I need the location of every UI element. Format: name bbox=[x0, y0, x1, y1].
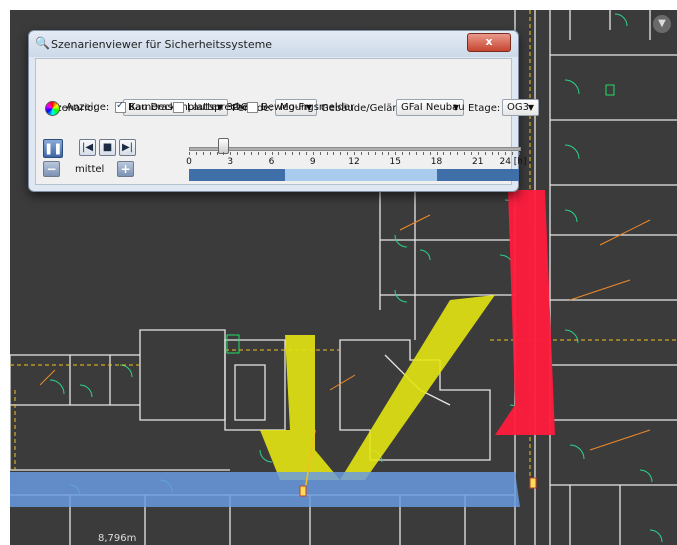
motion-detector-label: Bewegungsmelder bbox=[261, 102, 355, 113]
slider-tick bbox=[498, 152, 500, 155]
color-wheel-icon[interactable] bbox=[45, 101, 60, 116]
floor-label: Etage: bbox=[468, 103, 501, 114]
slider-tick bbox=[505, 152, 507, 155]
slider-tick bbox=[477, 152, 479, 155]
slider-tick bbox=[195, 152, 197, 155]
title-bar[interactable]: 🔍 Szenarienviewer für Sicherheitssysteme… bbox=[29, 31, 518, 57]
timeline-segment bbox=[285, 169, 437, 181]
slider-tick bbox=[305, 152, 307, 155]
slider-tick bbox=[202, 152, 204, 155]
slider-tick bbox=[271, 152, 273, 155]
slider-tick bbox=[299, 152, 300, 155]
slider-tick bbox=[237, 152, 239, 155]
timeline-segment bbox=[436, 169, 519, 181]
skip-back-icon[interactable]: |◀ bbox=[79, 139, 96, 156]
slider-tick bbox=[340, 152, 342, 155]
slider-tick bbox=[326, 152, 328, 155]
slider-tick bbox=[264, 152, 266, 155]
timeline-segment bbox=[189, 169, 286, 181]
stop-icon[interactable]: ■ bbox=[99, 139, 116, 156]
timeline-tick-label: 6 bbox=[268, 157, 275, 167]
slider-tick bbox=[464, 152, 465, 155]
slider-tick bbox=[381, 152, 383, 155]
timeline-bar bbox=[189, 169, 519, 181]
slider-tick bbox=[443, 152, 445, 155]
slider-tick bbox=[278, 152, 280, 155]
slider-tick bbox=[347, 152, 349, 155]
chevron-down-icon[interactable]: ▼ bbox=[653, 15, 671, 33]
slider-tick bbox=[367, 152, 369, 155]
slider-tick bbox=[223, 152, 225, 155]
timeline-tick-label: 9 bbox=[309, 157, 316, 167]
slider-tick bbox=[436, 152, 438, 155]
slider-tick bbox=[409, 152, 410, 155]
plus-icon[interactable]: + bbox=[117, 161, 134, 177]
slider-tick bbox=[450, 152, 452, 155]
slider-tick bbox=[285, 152, 287, 155]
timeline-tick-label: 0 bbox=[186, 157, 192, 167]
slider-tick bbox=[312, 152, 314, 155]
speed-label: mittel bbox=[75, 164, 105, 175]
timeline-tick-label: 24 [h] bbox=[499, 157, 527, 167]
slider-tick bbox=[470, 152, 472, 155]
pause-icon[interactable]: ❚❚ bbox=[43, 139, 63, 158]
slider-tick bbox=[422, 152, 424, 155]
slider-tick bbox=[209, 152, 211, 155]
slider-tick bbox=[484, 152, 486, 155]
timeline-tick-label: 21 bbox=[472, 157, 484, 167]
timeline-tick-label: 15 bbox=[389, 157, 401, 167]
chevron-down-icon: ▼ bbox=[452, 103, 459, 112]
slider-tick bbox=[216, 152, 218, 155]
speakers-label: Lautsprecher bbox=[187, 102, 253, 113]
slider-tick bbox=[374, 152, 376, 155]
slider-tick bbox=[230, 152, 232, 155]
slider-tick bbox=[319, 152, 321, 155]
motion-detector-checkbox[interactable] bbox=[247, 102, 258, 113]
slider-tick bbox=[395, 152, 397, 155]
cameras-label: Kameras bbox=[129, 102, 173, 113]
slider-tick bbox=[360, 152, 362, 155]
scale-label: 8,796m bbox=[98, 533, 137, 544]
time-slider-track[interactable] bbox=[189, 147, 521, 151]
floor-value: OG3 bbox=[507, 102, 529, 113]
display-label: Anzeige: bbox=[66, 102, 110, 113]
minus-icon[interactable]: − bbox=[43, 161, 60, 177]
building-select[interactable]: GFaI Neubau ▼ bbox=[396, 99, 465, 116]
search-icon: 🔍 bbox=[35, 36, 50, 50]
slider-tick bbox=[354, 152, 355, 155]
skip-forward-icon[interactable]: ▶| bbox=[119, 139, 136, 156]
cameras-checkbox[interactable] bbox=[115, 100, 126, 113]
slider-tick bbox=[491, 152, 493, 155]
slider-tick bbox=[250, 152, 252, 155]
slider-tick bbox=[457, 152, 459, 155]
timeline-tick-label: 3 bbox=[227, 157, 234, 167]
slider-tick bbox=[292, 152, 294, 155]
speakers-checkbox[interactable] bbox=[173, 102, 184, 113]
slider-tick bbox=[189, 152, 190, 155]
close-button[interactable]: x bbox=[467, 33, 511, 52]
slider-tick bbox=[429, 152, 431, 155]
slider-tick bbox=[519, 152, 520, 155]
chevron-down-icon: ▼ bbox=[527, 103, 534, 112]
slider-tick bbox=[257, 152, 259, 155]
timeline-tick-label: 18 bbox=[430, 157, 443, 167]
slider-tick bbox=[512, 152, 514, 155]
slider-tick bbox=[415, 152, 417, 155]
timeline-tick-label: 12 bbox=[348, 157, 360, 167]
scenario-viewer-window: 🔍 Szenarienviewer für Sicherheitssysteme… bbox=[28, 30, 539, 192]
slider-tick bbox=[388, 152, 390, 155]
slider-tick bbox=[333, 152, 335, 155]
slider-tick bbox=[402, 152, 404, 155]
floor-select[interactable]: OG3 ▼ bbox=[502, 99, 539, 116]
window-title: Szenarienviewer für Sicherheitssysteme bbox=[51, 38, 273, 51]
slider-tick bbox=[244, 152, 245, 155]
